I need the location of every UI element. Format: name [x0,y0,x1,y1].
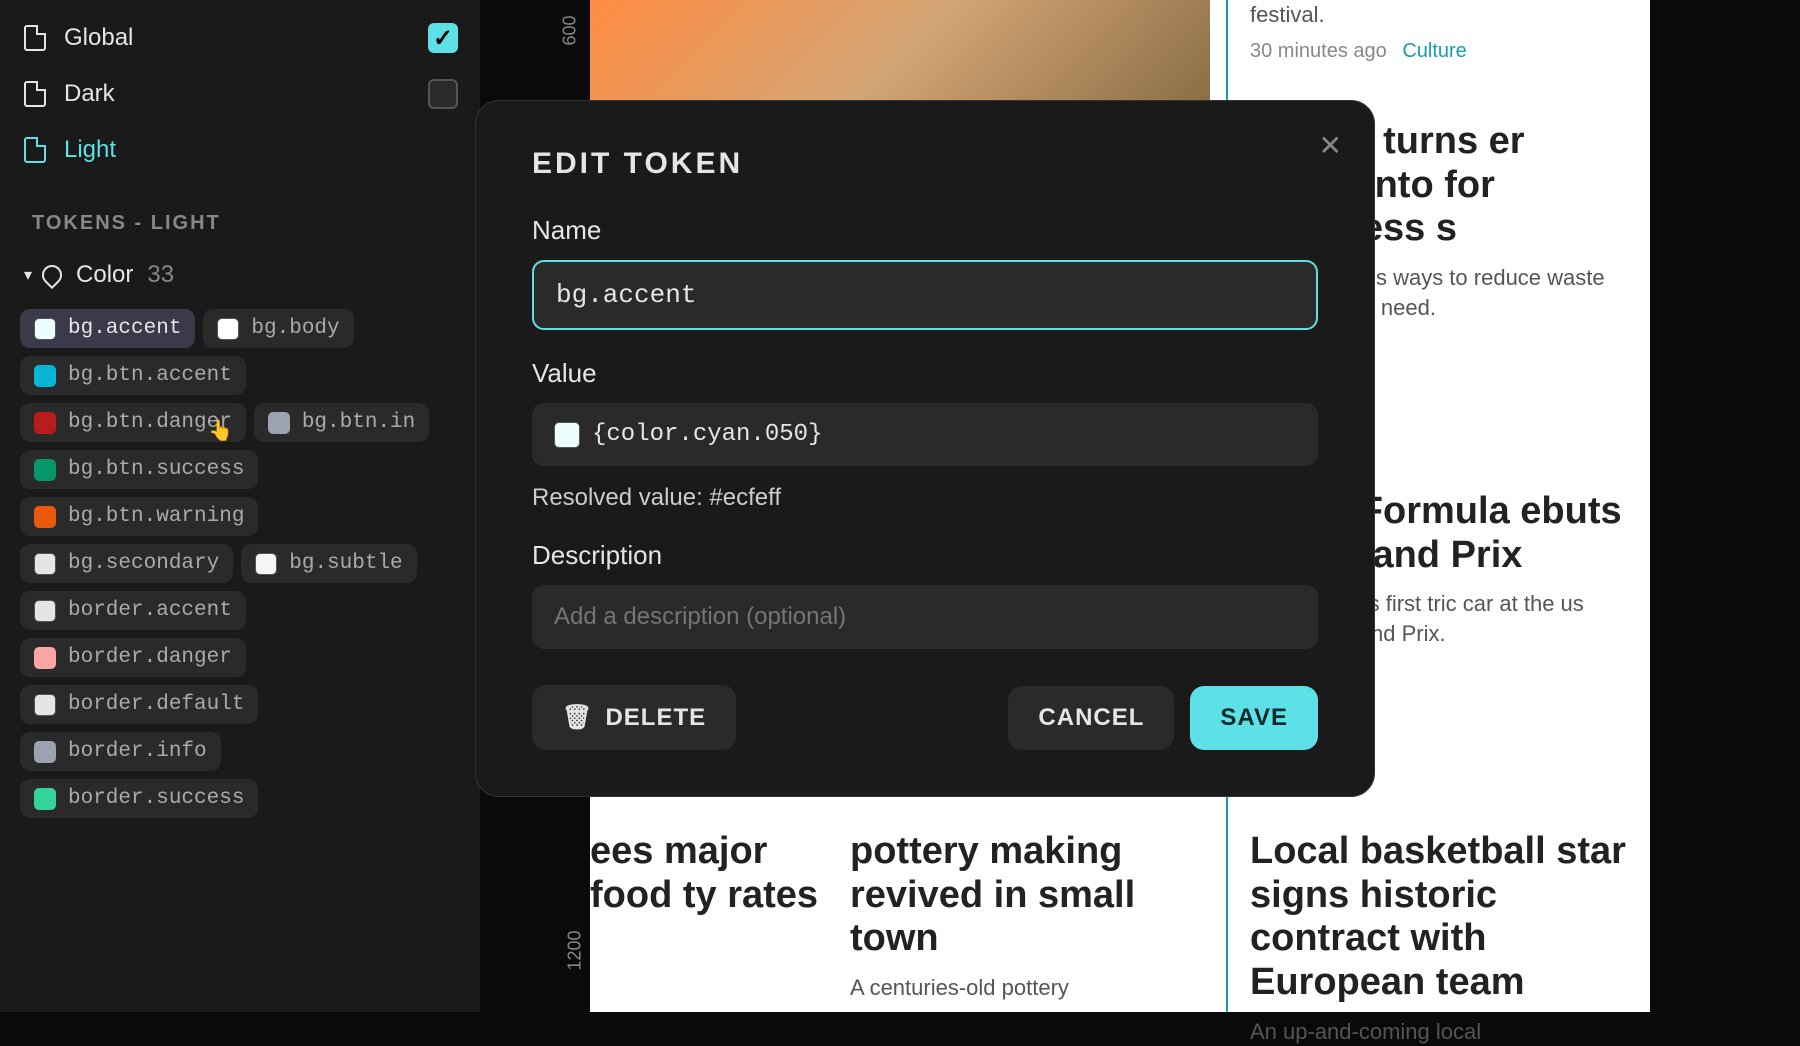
file-list: Global ✓ Dark Light [0,0,480,188]
color-swatch [34,365,56,387]
cursor-pointer-icon: 👆 [208,418,233,443]
category-label: Color [76,261,133,289]
token-chip[interactable]: bg.subtle [241,544,416,583]
token-chip[interactable]: bg.body [203,309,353,348]
file-icon [24,137,46,163]
token-label: border.danger [68,646,232,669]
token-chip[interactable]: bg.btn.in [254,403,429,442]
article-snippet: festival. 30 minutes ago Culture [1250,0,1620,63]
trash-icon: 🗑 [562,703,593,732]
edit-token-modal: ✕ EDIT TOKEN Name Value {color.cyan.050}… [475,100,1375,797]
color-swatch [34,412,56,434]
color-swatch [34,318,56,340]
token-chip[interactable]: border.danger [20,638,246,677]
token-chip[interactable]: bg.btn.warning [20,497,258,536]
token-chip[interactable]: border.default [20,685,258,724]
token-label: bg.body [251,317,339,340]
token-chip[interactable]: border.info [20,732,221,771]
article-card: ees major food ty rates [590,830,850,929]
cancel-button[interactable]: CANCEL [1008,686,1174,750]
file-label: Light [64,136,116,164]
hero-image [590,0,1210,100]
token-chip-list: bg.accentbg.bodybg.btn.accentbg.btn.dang… [0,303,480,824]
token-label: bg.btn.warning [68,505,244,528]
token-name-input[interactable] [532,260,1318,330]
name-label: Name [532,215,1318,246]
color-swatch [34,506,56,528]
token-value-input[interactable]: {color.cyan.050} [532,403,1318,466]
file-item-global[interactable]: Global ✓ [0,10,480,66]
file-label: Dark [64,80,115,108]
token-label: bg.btn.success [68,458,244,481]
file-item-light[interactable]: Light [0,122,480,178]
token-chip[interactable]: border.accent [20,591,246,630]
modal-title: EDIT TOKEN [532,147,1318,181]
ruler-mark: 600 [560,15,581,45]
token-label: border.default [68,693,244,716]
ruler-mark: 1200 [565,930,586,970]
file-label: Global [64,24,133,52]
color-swatch [34,553,56,575]
token-chip[interactable]: bg.btn.accent [20,356,246,395]
color-swatch [255,553,277,575]
color-swatch [217,318,239,340]
color-swatch [34,647,56,669]
article-card: Local basketball star signs historic con… [1250,830,1630,1046]
token-label: bg.accent [68,317,181,340]
color-swatch [34,788,56,810]
token-label: bg.btn.in [302,411,415,434]
delete-button[interactable]: 🗑 DELETE [532,685,736,750]
token-chip[interactable]: bg.accent [20,309,195,348]
checkbox-checked-icon[interactable]: ✓ [428,23,458,53]
chevron-down-icon: ▾ [24,265,32,285]
color-swatch [34,694,56,716]
save-button[interactable]: SAVE [1190,686,1318,750]
resolved-value: Resolved value: #ecfeff [532,484,1318,512]
color-swatch [268,412,290,434]
description-label: Description [532,540,1318,571]
token-chip[interactable]: border.success [20,779,258,818]
category-color[interactable]: ▾ Color 33 [0,247,480,303]
timestamp: 30 minutes ago [1250,40,1387,62]
color-swatch [34,741,56,763]
tokens-section-header: TOKENS - LIGHT [0,188,480,247]
file-item-dark[interactable]: Dark [0,66,480,122]
modal-actions: 🗑 DELETE CANCEL SAVE [532,685,1318,750]
value-label: Value [532,358,1318,389]
color-swatch [34,600,56,622]
token-label: border.accent [68,599,232,622]
value-text: {color.cyan.050} [592,421,822,448]
close-icon[interactable]: ✕ [1319,129,1342,162]
token-label: bg.secondary [68,552,219,575]
category-link[interactable]: Culture [1402,40,1466,62]
token-label: bg.subtle [289,552,402,575]
file-icon [24,81,46,107]
sidebar: Global ✓ Dark Light TOKENS - LIGHT ▾ Col… [0,0,480,1012]
token-label: border.info [68,740,207,763]
checkbox-icon[interactable] [428,79,458,109]
value-swatch [554,422,580,448]
token-chip[interactable]: bg.secondary [20,544,233,583]
description-input[interactable] [532,585,1318,649]
token-label: bg.btn.accent [68,364,232,387]
token-chip[interactable]: bg.btn.success [20,450,258,489]
article-card: pottery making revived in small town A c… [850,830,1200,1003]
category-count: 33 [147,261,174,289]
droplet-icon [38,261,66,289]
token-label: border.success [68,787,244,810]
file-icon [24,25,46,51]
color-swatch [34,459,56,481]
